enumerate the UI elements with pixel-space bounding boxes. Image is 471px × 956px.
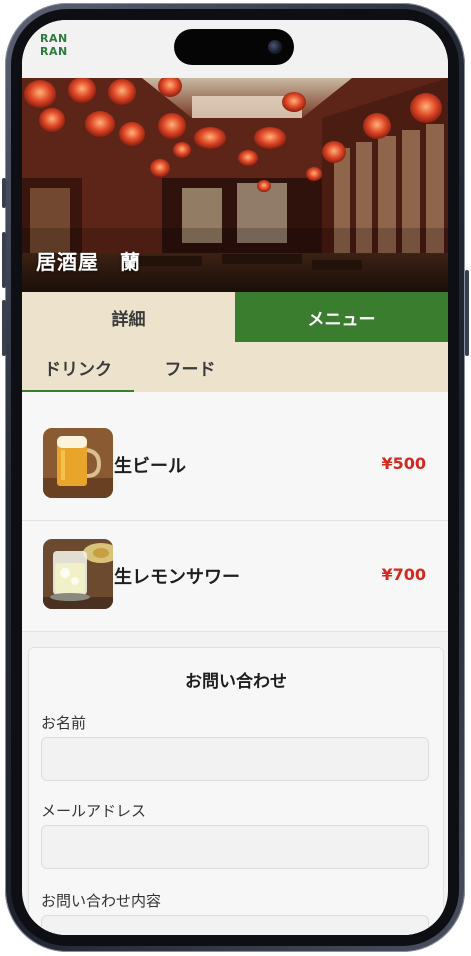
app-logo[interactable]: RAN RAN xyxy=(40,32,68,58)
tab-menu[interactable]: メニュー xyxy=(235,292,448,342)
menu-category-tabs: ドリンク フード xyxy=(22,342,448,392)
volume-up-button xyxy=(2,232,6,288)
email-field[interactable] xyxy=(41,825,429,869)
tab-drinks[interactable]: ドリンク xyxy=(22,342,134,392)
main-tabs: 詳細 メニュー xyxy=(22,292,448,342)
camera-icon xyxy=(268,40,282,54)
dynamic-island xyxy=(174,29,294,65)
restaurant-name: 居酒屋 蘭 xyxy=(36,250,141,274)
action-button xyxy=(2,178,6,208)
volume-down-button xyxy=(2,300,6,356)
menu-item-name: 生レモンサワー xyxy=(114,567,240,588)
name-label: お名前 xyxy=(41,714,87,732)
beer-photo xyxy=(43,428,113,498)
name-field[interactable] xyxy=(41,737,429,781)
tab-food[interactable]: フード xyxy=(140,342,240,392)
lemon-sour-photo xyxy=(43,539,113,609)
menu-item[interactable]: 生ビール ¥500 xyxy=(22,410,448,521)
power-button xyxy=(465,270,469,356)
menu-item[interactable]: 生レモンサワー ¥700 xyxy=(22,521,448,632)
menu-item-price: ¥500 xyxy=(381,454,426,473)
contact-form: お問い合わせ お名前 メールアドレス お問い合わせ内容 xyxy=(28,647,444,935)
menu-item-price: ¥700 xyxy=(381,565,426,584)
menu-list: 生ビール ¥500 生レモンサワー ¥700 xyxy=(22,392,448,632)
inquiry-label: お問い合わせ内容 xyxy=(41,892,162,910)
email-label: メールアドレス xyxy=(41,802,147,820)
contact-form-title: お問い合わせ xyxy=(185,672,287,692)
restaurant-hero-image: 居酒屋 蘭 xyxy=(22,78,448,292)
inquiry-field[interactable] xyxy=(41,915,429,935)
screen: RAN RAN 居酒屋 蘭 詳細 メニュー ドリンク フード 生ビール ¥500… xyxy=(22,20,448,935)
tab-details[interactable]: 詳細 xyxy=(22,292,235,342)
menu-item-name: 生ビール xyxy=(114,456,186,477)
